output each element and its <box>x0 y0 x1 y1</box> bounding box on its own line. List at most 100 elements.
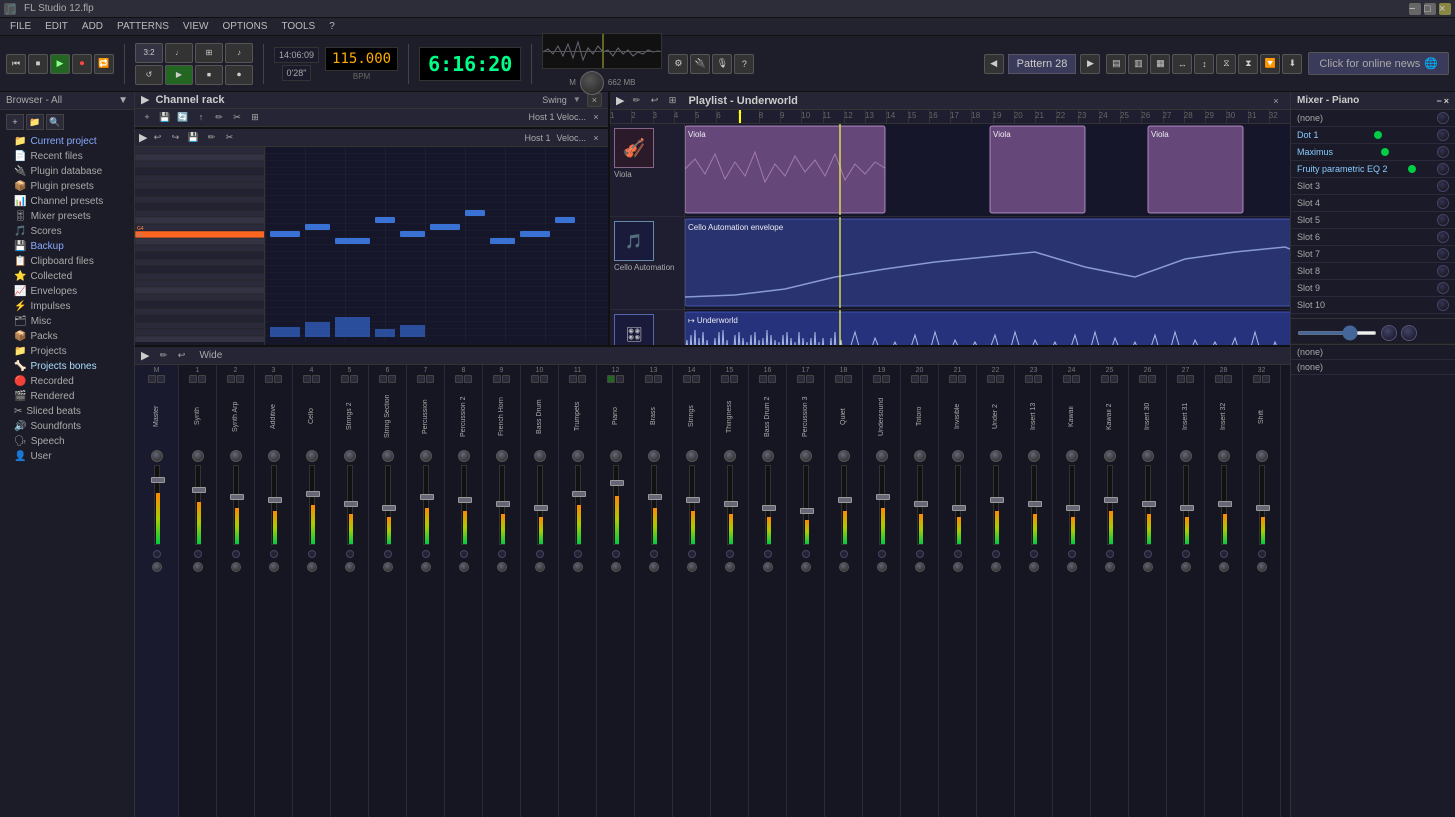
send-fader-1[interactable] <box>1297 331 1377 335</box>
ch-fader-handle[interactable] <box>268 497 282 503</box>
ch-send-knob[interactable] <box>345 562 355 572</box>
ch-mute-btn[interactable] <box>312 375 320 383</box>
ch-mute-btn[interactable] <box>236 375 244 383</box>
ch-green-btn[interactable] <box>721 375 729 383</box>
sidebar-menu-icon[interactable]: ▼ <box>118 95 128 106</box>
pattern-tool-4[interactable]: ↔ <box>1172 54 1192 74</box>
ch-fader-handle[interactable] <box>648 494 662 500</box>
ch-pan-knob[interactable] <box>151 450 163 462</box>
ch-send-dot[interactable] <box>153 550 161 558</box>
ch-green-btn[interactable] <box>569 375 577 383</box>
pattern-tool-7[interactable]: ⧗ <box>1238 54 1258 74</box>
ch-send-dot[interactable] <box>726 550 734 558</box>
fx-slot-9[interactable]: Slot 9 <box>1291 280 1455 297</box>
ch-green-btn[interactable] <box>759 375 767 383</box>
ch-send-knob[interactable] <box>535 562 545 572</box>
sidebar-folder-btn[interactable]: 📁 <box>26 114 44 130</box>
ch-fader-handle[interactable] <box>151 477 165 483</box>
pr-tool-save2[interactable]: 💾 <box>185 131 201 145</box>
minimize-button[interactable]: − <box>1409 3 1421 15</box>
sidebar-item-channel-presets[interactable]: 📊 Channel presets <box>0 194 134 209</box>
menu-add[interactable]: ADD <box>76 20 109 33</box>
pattern-selector[interactable]: Pattern 28 <box>1008 54 1077 74</box>
fx-dial-1[interactable] <box>1437 129 1449 141</box>
ch-fader-handle[interactable] <box>1180 505 1194 511</box>
stop-button[interactable]: ⏹ <box>28 54 48 74</box>
mode-3-2[interactable]: 3:2 <box>135 43 163 63</box>
ch-green-btn[interactable] <box>873 375 881 383</box>
play2-btn[interactable]: ▶ <box>165 65 193 85</box>
ch-send-dot[interactable] <box>574 550 582 558</box>
ch-send-dot[interactable] <box>916 550 924 558</box>
back-to-start-button[interactable]: ⏮ <box>6 54 26 74</box>
ch-green-btn[interactable] <box>531 375 539 383</box>
ch-send-dot[interactable] <box>346 550 354 558</box>
pr-tool-redo[interactable]: ↪ <box>167 131 183 145</box>
ch-mute-btn[interactable] <box>730 375 738 383</box>
menu-options[interactable]: OPTIONS <box>216 20 273 33</box>
ch-pan-knob[interactable] <box>534 450 546 462</box>
ch-fader-handle[interactable] <box>1028 501 1042 507</box>
ch-send-knob[interactable] <box>307 562 317 572</box>
ch-send-dot[interactable] <box>384 550 392 558</box>
ch-mute-btn[interactable] <box>1224 375 1232 383</box>
ch-mute-btn[interactable] <box>198 375 206 383</box>
ch-green-btn[interactable] <box>148 375 156 383</box>
bpm-display[interactable]: 115.000 <box>325 47 398 71</box>
ch-send-knob[interactable] <box>649 562 659 572</box>
help-icon[interactable]: ? <box>734 54 754 74</box>
record-button[interactable]: ⏺ <box>72 54 92 74</box>
ch-green-btn[interactable] <box>1101 375 1109 383</box>
piano-roll-grid[interactable] <box>265 147 608 345</box>
close-button[interactable]: × <box>1439 3 1451 15</box>
ch-mute-btn[interactable] <box>426 375 434 383</box>
ch-mute-btn[interactable] <box>1034 375 1042 383</box>
ch-send-dot[interactable] <box>232 550 240 558</box>
loop-btn[interactable]: ↺ <box>135 65 163 85</box>
cr-tool-refresh[interactable]: 🔄 <box>175 110 191 124</box>
sidebar-item-collected[interactable]: ⭐ Collected <box>0 269 134 284</box>
plugin-icon[interactable]: 🔌 <box>690 54 710 74</box>
ch-green-btn[interactable] <box>645 375 653 383</box>
ch-mute-btn[interactable] <box>157 375 165 383</box>
ch-send-dot[interactable] <box>688 550 696 558</box>
fx-slot-maximus[interactable]: Maximus <box>1291 144 1455 161</box>
fx-dial-4[interactable] <box>1437 197 1449 209</box>
sidebar-item-user[interactable]: 👤 User <box>0 449 134 464</box>
cr-tool-scissors[interactable]: ✂ <box>229 110 245 124</box>
ch-fader-handle[interactable] <box>192 487 206 493</box>
ch-send-dot[interactable] <box>1106 550 1114 558</box>
ch-pan-knob[interactable] <box>1180 450 1192 462</box>
ch-green-btn[interactable] <box>455 375 463 383</box>
ch-mute-btn[interactable] <box>616 375 624 383</box>
ch-mute-btn[interactable] <box>578 375 586 383</box>
ch-green-btn[interactable] <box>227 375 235 383</box>
fx-dial-7[interactable] <box>1437 248 1449 260</box>
ch-fader-handle[interactable] <box>496 501 510 507</box>
ch-pan-knob[interactable] <box>914 450 926 462</box>
ch-mute-btn[interactable] <box>920 375 928 383</box>
fx-dial-10[interactable] <box>1437 299 1449 311</box>
track-content-underworld[interactable]: ↦ Underworld <box>685 310 1290 345</box>
fx-slot-dot1[interactable]: Dot 1 <box>1291 127 1455 144</box>
ch-fader-handle[interactable] <box>990 497 1004 503</box>
ch-mute-btn[interactable] <box>388 375 396 383</box>
ch-mute-btn[interactable] <box>1186 375 1194 383</box>
pattern-tool-2[interactable]: ▥ <box>1128 54 1148 74</box>
ch-mute-btn[interactable] <box>502 375 510 383</box>
ch-green-btn[interactable] <box>797 375 805 383</box>
send-slot-1[interactable]: (none) <box>1291 345 1455 360</box>
ch-send-knob[interactable] <box>497 562 507 572</box>
ch-fader-handle[interactable] <box>686 497 700 503</box>
loop-button[interactable]: 🔁 <box>94 54 114 74</box>
ch-pan-knob[interactable] <box>496 450 508 462</box>
pl-tool-1[interactable]: ✏ <box>628 94 644 108</box>
ch-send-knob[interactable] <box>687 562 697 572</box>
ch-green-btn[interactable] <box>1253 375 1261 383</box>
pr-tool-scissors2[interactable]: ✂ <box>221 131 237 145</box>
pattern-tool-8[interactable]: 🔽 <box>1260 54 1280 74</box>
ch-pan-knob[interactable] <box>686 450 698 462</box>
ch-send-knob[interactable] <box>269 562 279 572</box>
ch-green-btn[interactable] <box>1063 375 1071 383</box>
ch-send-knob[interactable] <box>1257 562 1267 572</box>
